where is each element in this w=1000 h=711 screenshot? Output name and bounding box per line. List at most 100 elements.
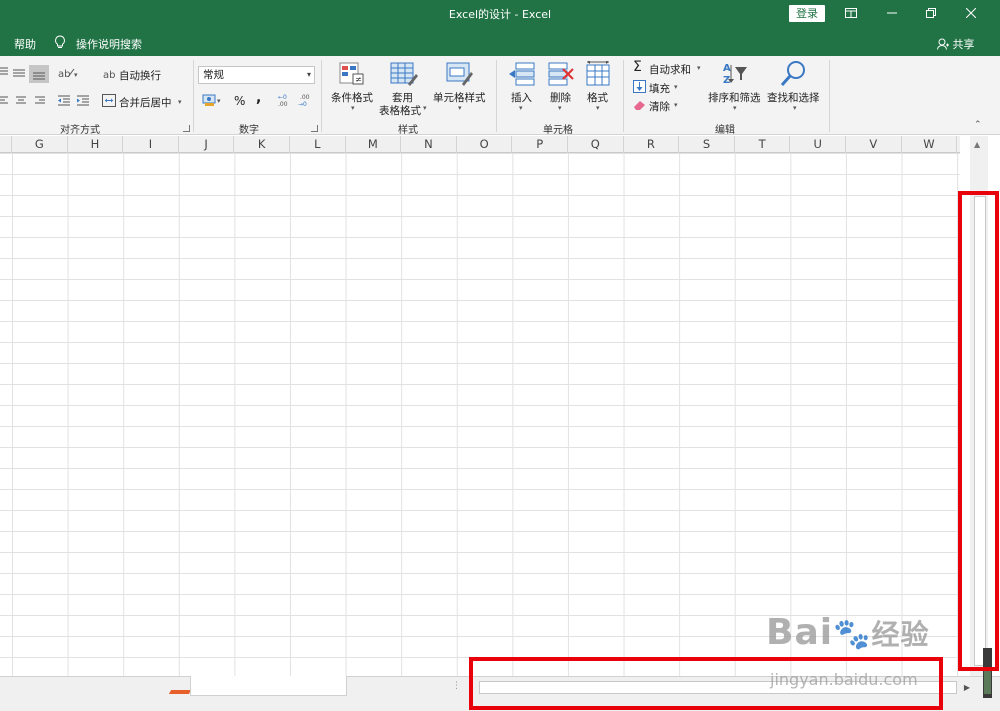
paw-icon: 🐾 xyxy=(833,617,872,652)
eraser-icon[interactable] xyxy=(633,99,646,114)
cell-styles-icon[interactable] xyxy=(446,62,474,89)
column-header-g[interactable]: G xyxy=(12,136,68,153)
column-header-o[interactable]: O xyxy=(457,136,513,153)
format-cells-icon[interactable] xyxy=(584,60,612,90)
column-header-t[interactable]: T xyxy=(735,136,791,153)
tab-split-handle-icon[interactable]: ⋮ xyxy=(452,681,461,691)
ribbon-display-options-icon[interactable] xyxy=(842,5,860,23)
autosum-button[interactable]: 自动求和 xyxy=(649,62,691,77)
column-header-u[interactable]: U xyxy=(790,136,846,153)
sheet-tab[interactable] xyxy=(190,676,347,696)
column-header-s[interactable]: S xyxy=(679,136,735,153)
find-select-dropdown-icon[interactable]: ▾ xyxy=(793,104,797,112)
autosum-sigma-icon[interactable]: Σ xyxy=(633,59,642,75)
column-header-r[interactable]: R xyxy=(624,136,680,153)
insert-cells-icon[interactable] xyxy=(508,61,536,90)
delete-dropdown-icon[interactable]: ▾ xyxy=(558,104,562,112)
group-separator xyxy=(829,60,830,132)
column-header-v[interactable]: V xyxy=(846,136,902,153)
column-header-l[interactable]: L xyxy=(290,136,346,153)
close-icon[interactable] xyxy=(962,5,980,23)
column-header-w[interactable]: W xyxy=(902,136,958,153)
sort-filter-button[interactable]: 排序和筛选 xyxy=(708,90,761,105)
merge-center-icon[interactable] xyxy=(102,94,116,110)
watermark-logo: Bai🐾经验 xyxy=(766,612,929,653)
wrap-text-icon[interactable]: ab xyxy=(103,67,116,83)
accounting-format-icon[interactable]: ▾ xyxy=(202,93,226,110)
collapse-ribbon-icon[interactable]: ⌃ xyxy=(974,120,982,130)
find-select-button[interactable]: 查找和选择 xyxy=(767,90,820,105)
column-header-i[interactable]: I xyxy=(123,136,179,153)
cell-styles-dropdown-icon[interactable]: ▾ xyxy=(458,104,462,112)
cell-styles-button[interactable]: 单元格样式 xyxy=(433,90,486,105)
sort-filter-dropdown-icon[interactable]: ▾ xyxy=(733,104,737,112)
column-header-p[interactable]: P xyxy=(512,136,568,153)
fill-down-icon[interactable] xyxy=(633,80,646,96)
decrease-decimal-icon[interactable]: .00 →0 xyxy=(298,93,314,110)
column-header-j[interactable]: J xyxy=(179,136,235,153)
column-header[interactable] xyxy=(0,136,12,153)
group-separator xyxy=(623,60,624,132)
number-format-select[interactable]: 常规 ▾ xyxy=(198,66,315,84)
sort-filter-icon[interactable]: AZ xyxy=(721,61,749,90)
watermark-brand: Bai xyxy=(766,612,834,653)
column-header-k[interactable]: K xyxy=(234,136,290,153)
orientation-icon[interactable]: ab ▾ xyxy=(58,66,80,83)
align-bottom-icon[interactable] xyxy=(29,65,49,83)
conditional-format-icon[interactable]: ≠ xyxy=(339,62,365,89)
styles-group-label: 样式 xyxy=(398,125,418,136)
format-as-table-button[interactable]: 表格格式 xyxy=(379,103,421,118)
scroll-up-icon[interactable]: ▲ xyxy=(974,140,980,149)
delete-cells-button[interactable]: 删除 xyxy=(550,90,571,105)
number-launcher-icon[interactable] xyxy=(311,125,318,132)
edge-tab-accent xyxy=(984,670,991,694)
minimize-icon[interactable] xyxy=(883,5,901,23)
conditional-format-dropdown-icon[interactable]: ▾ xyxy=(351,104,355,112)
conditional-format-button[interactable]: 条件格式 xyxy=(331,90,373,105)
sheet-tab-accent xyxy=(168,690,192,694)
column-header-q[interactable]: Q xyxy=(568,136,624,153)
format-as-table-dropdown-icon[interactable]: ▾ xyxy=(423,104,427,112)
merge-center-button[interactable]: 合并后居中 xyxy=(119,95,172,110)
worksheet-grid[interactable] xyxy=(0,153,960,676)
autosum-dropdown-icon[interactable]: ▾ xyxy=(697,64,701,72)
decrease-indent-icon[interactable] xyxy=(57,94,71,110)
share-button[interactable]: 共享 xyxy=(937,36,975,52)
column-header-h[interactable]: H xyxy=(68,136,124,153)
column-header-n[interactable]: N xyxy=(401,136,457,153)
align-top-icon[interactable] xyxy=(0,66,10,81)
increase-indent-icon[interactable] xyxy=(76,94,90,110)
align-left-icon[interactable] xyxy=(0,95,10,110)
insert-cells-button[interactable]: 插入 xyxy=(511,90,532,105)
svg-text:▾: ▾ xyxy=(74,71,78,79)
fill-button[interactable]: 填充 xyxy=(649,81,670,96)
wrap-text-button[interactable]: 自动换行 xyxy=(119,68,161,83)
login-button[interactable]: 登录 xyxy=(789,5,825,22)
percent-style-button[interactable]: % xyxy=(234,94,245,108)
align-middle-icon[interactable] xyxy=(12,66,26,83)
svg-text:ab: ab xyxy=(103,70,115,80)
comma-style-button[interactable]: , xyxy=(256,90,261,106)
format-as-table-icon[interactable] xyxy=(390,62,418,89)
fill-dropdown-icon[interactable]: ▾ xyxy=(674,83,678,91)
column-headers: GHIJKLMNOPQRSTUVW xyxy=(0,136,960,153)
format-dropdown-icon[interactable]: ▾ xyxy=(596,104,600,112)
column-header-m[interactable]: M xyxy=(346,136,402,153)
merge-center-dropdown-icon[interactable]: ▾ xyxy=(178,98,182,106)
clear-button[interactable]: 清除 xyxy=(649,99,670,114)
align-center-icon[interactable] xyxy=(15,95,27,110)
alignment-launcher-icon[interactable] xyxy=(183,125,190,132)
search-icon[interactable] xyxy=(780,60,808,91)
clear-dropdown-icon[interactable]: ▾ xyxy=(674,101,678,109)
svg-text:→0: →0 xyxy=(298,101,307,107)
scroll-right-icon[interactable]: ▶ xyxy=(961,681,973,694)
increase-decimal-icon[interactable]: ←0.00 xyxy=(278,93,294,110)
tab-help[interactable]: 帮助 xyxy=(14,36,36,52)
tell-me-search[interactable]: 操作说明搜索 xyxy=(76,36,142,52)
format-cells-button[interactable]: 格式 xyxy=(587,90,608,105)
align-right-icon[interactable] xyxy=(34,95,46,110)
insert-dropdown-icon[interactable]: ▾ xyxy=(519,104,523,112)
restore-icon[interactable] xyxy=(922,5,940,23)
share-label: 共享 xyxy=(952,38,975,51)
delete-cells-icon[interactable] xyxy=(547,61,575,90)
